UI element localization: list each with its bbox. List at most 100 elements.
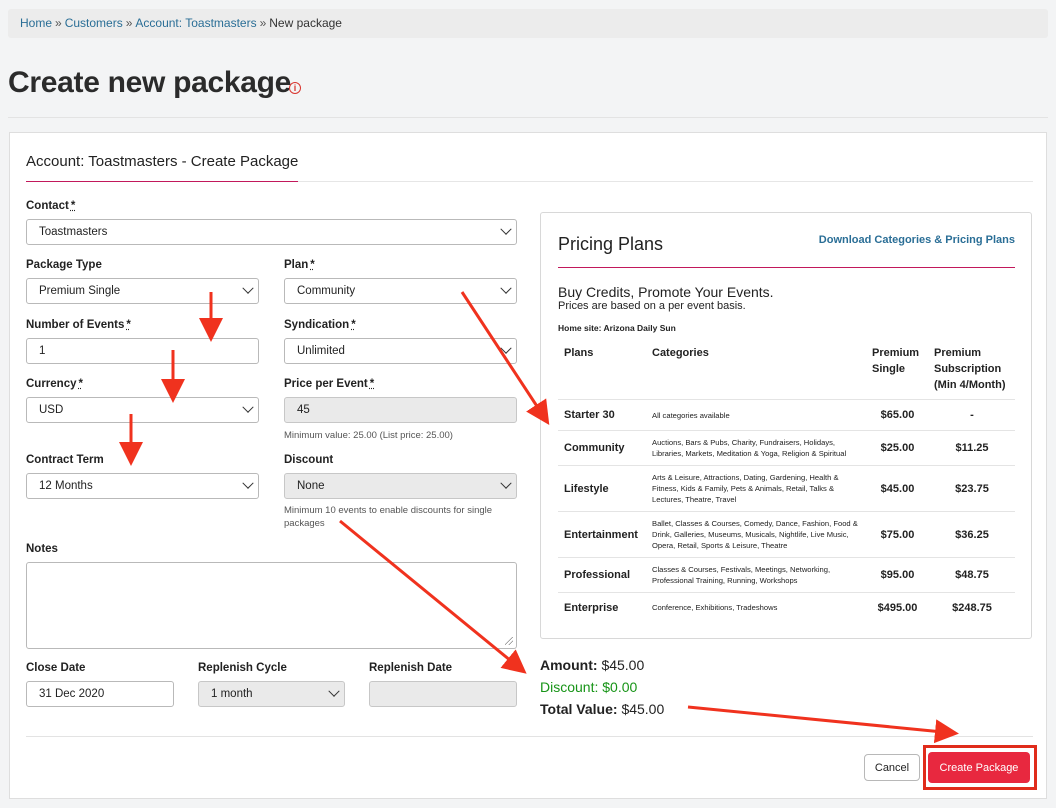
contract-term-label: Contract Term xyxy=(26,454,104,466)
syndication-value: Unlimited xyxy=(297,345,345,357)
plan-value: Community xyxy=(297,285,356,297)
breadcrumb: Home» Customers» Account: Toastmasters» New… xyxy=(8,9,1048,38)
number-of-events-input[interactable]: 1 xyxy=(26,338,259,364)
breadcrumb-current: New package xyxy=(269,16,342,30)
currency-label: Currency * xyxy=(26,378,83,390)
price-hint: Minimum value: 25.00 (List price: 25.00) xyxy=(284,430,453,441)
card-title-divider xyxy=(298,181,1033,182)
notes-textarea[interactable] xyxy=(26,562,517,649)
chevron-down-icon xyxy=(500,342,512,354)
chevron-down-icon xyxy=(242,401,254,413)
plan-name: Enterprise xyxy=(558,592,646,623)
title-divider xyxy=(8,117,1048,118)
plan-name: Professional xyxy=(558,557,646,593)
plan-single-price: $65.00 xyxy=(866,399,928,431)
pricing-plans-title: Pricing Plans xyxy=(558,234,664,254)
download-pricing-link[interactable]: Download Categories & Pricing Plans xyxy=(819,234,1015,246)
plan-name: Starter 30 xyxy=(558,399,646,431)
replenish-date-label: Replenish Date xyxy=(369,662,453,674)
package-totals: Amount: $45.00 Discount: $0.00 Total Val… xyxy=(540,654,664,720)
close-date-label: Close Date xyxy=(26,662,86,674)
col-plans: Plans xyxy=(564,347,594,359)
breadcrumb-customers-link[interactable]: Customers xyxy=(65,16,123,30)
card-title-underline xyxy=(26,181,298,182)
breadcrumb-home-link[interactable]: Home xyxy=(20,16,52,30)
currency-select[interactable]: USD xyxy=(26,397,259,423)
pricing-table-header: Plans Categories Premium Single Premium Su… xyxy=(558,337,1015,400)
home-site-label: Home site: Arizona Daily Sun xyxy=(558,323,676,333)
chevron-down-icon xyxy=(242,282,254,294)
discount-select[interactable]: None xyxy=(284,473,517,499)
table-row: Community Auctions, Bars & Pubs, Charity… xyxy=(558,430,1015,466)
textarea-resize-handle[interactable] xyxy=(505,637,515,647)
contact-label: Contact * xyxy=(26,200,76,212)
replenish-cycle-label: Replenish Cycle xyxy=(198,662,287,674)
price-per-event-input[interactable]: 45 xyxy=(284,397,517,423)
contact-select[interactable]: Toastmasters xyxy=(26,219,517,245)
breadcrumb-separator: » xyxy=(55,16,62,30)
pricing-title-underline xyxy=(558,267,1015,268)
plan-name: Community xyxy=(558,430,646,466)
plan-single-price: $95.00 xyxy=(866,557,928,593)
plan-categories: Arts & Leisure, Attractions, Dating, Gar… xyxy=(646,465,866,512)
pricing-note: Prices are based on a per event basis. xyxy=(558,300,746,312)
plan-categories: Auctions, Bars & Pubs, Charity, Fundrais… xyxy=(646,430,866,466)
table-row: Lifestyle Arts & Leisure, Attractions, D… xyxy=(558,465,1015,512)
col-categories: Categories xyxy=(652,347,709,359)
plan-single-price: $495.00 xyxy=(866,592,928,623)
table-row: Enterprise Conference, Exhibitions, Trad… xyxy=(558,592,1015,623)
chevron-down-icon xyxy=(242,477,254,489)
contract-term-select[interactable]: 12 Months xyxy=(26,473,259,499)
replenish-date-input[interactable] xyxy=(369,681,517,707)
currency-value: USD xyxy=(39,404,64,416)
breadcrumb-separator: » xyxy=(259,16,267,30)
plan-categories: All categories available xyxy=(646,399,866,431)
discount-label: Discount xyxy=(284,454,334,466)
info-circle-icon[interactable]: i xyxy=(289,82,301,94)
plan-name: Lifestyle xyxy=(558,465,646,512)
contract-term-value: 12 Months xyxy=(39,480,93,492)
chevron-down-icon xyxy=(500,477,512,489)
plan-categories: Conference, Exhibitions, Tradeshows xyxy=(646,592,866,623)
price-per-event-label: Price per Event * xyxy=(284,378,375,390)
footer-divider xyxy=(26,736,1033,737)
discount-line: Discount: $0.00 xyxy=(540,679,638,695)
notes-label: Notes xyxy=(26,543,58,555)
pricing-plans-panel: Pricing Plans Download Categories & Pric… xyxy=(540,212,1032,639)
discount-hint: Minimum 10 events to enable discounts fo… xyxy=(284,505,493,529)
replenish-cycle-select[interactable]: 1 month xyxy=(198,681,345,707)
breadcrumb-account-link[interactable]: Account: Toastmasters xyxy=(135,16,256,30)
syndication-label: Syndication * xyxy=(284,319,356,331)
plan-single-price: $25.00 xyxy=(866,430,928,466)
replenish-cycle-value: 1 month xyxy=(211,688,253,700)
breadcrumb-separator: » xyxy=(125,16,133,30)
amount-line: Amount: $45.00 xyxy=(540,657,645,673)
cancel-button[interactable]: Cancel xyxy=(864,754,920,781)
package-type-value: Premium Single xyxy=(39,285,121,297)
plan-select[interactable]: Community xyxy=(284,278,517,304)
plan-subscription-price: $36.25 xyxy=(928,511,1015,558)
close-date-input[interactable]: 31 Dec 2020 xyxy=(26,681,174,707)
total-value-line: Total Value: $45.00 xyxy=(540,701,665,717)
plan-subscription-price: $11.25 xyxy=(928,430,1015,466)
table-row: Entertainment Ballet, Classes & Courses,… xyxy=(558,511,1015,558)
plan-subscription-price: $48.75 xyxy=(928,557,1015,593)
table-row: Starter 30 All categories available $65.… xyxy=(558,399,1015,431)
table-row: Professional Classes & Courses, Festival… xyxy=(558,557,1015,593)
chevron-down-icon xyxy=(500,223,512,235)
plan-label: Plan * xyxy=(284,259,315,271)
chevron-down-icon xyxy=(500,282,512,294)
contact-select-value: Toastmasters xyxy=(39,226,108,238)
syndication-select[interactable]: Unlimited xyxy=(284,338,517,364)
plan-subscription-price: - xyxy=(928,399,1015,431)
number-of-events-label: Number of Events * xyxy=(26,319,131,331)
create-package-button[interactable]: Create Package xyxy=(928,752,1030,783)
pricing-subtitle: Buy Credits, Promote Your Events. xyxy=(558,284,774,300)
col-premium-single: Premium Single xyxy=(872,347,920,375)
plan-single-price: $75.00 xyxy=(866,511,928,558)
card-title: Account: Toastmasters - Create Package xyxy=(26,153,299,170)
plan-subscription-price: $248.75 xyxy=(928,592,1015,623)
page-title: Create new package xyxy=(8,66,292,99)
package-type-select[interactable]: Premium Single xyxy=(26,278,259,304)
create-package-card: Account: Toastmasters - Create Package C… xyxy=(9,132,1047,799)
